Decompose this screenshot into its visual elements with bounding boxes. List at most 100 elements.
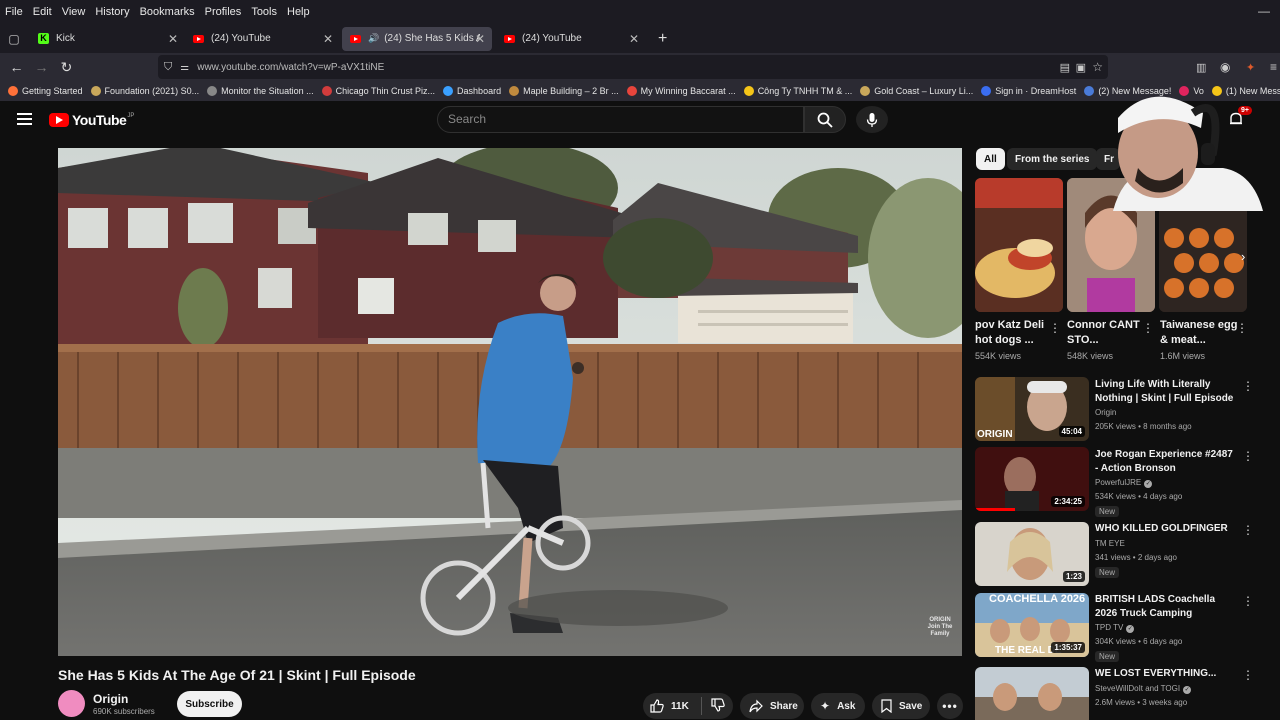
recommended-channel-5[interactable]: SteveWillDoIt and TOGI ✓ xyxy=(1095,684,1192,694)
tab-youtube-2[interactable]: (24) YouTube ✕ xyxy=(496,27,646,51)
menu-edit[interactable]: Edit xyxy=(28,6,57,18)
ask-button[interactable]: ✦ Ask xyxy=(811,693,865,719)
recommended-more-icon-5[interactable]: ⋮ xyxy=(1242,669,1254,681)
short-thumbnail-1[interactable] xyxy=(975,178,1063,312)
youtube-logo[interactable]: YouTube JP xyxy=(49,112,134,128)
speaker-icon[interactable]: 🔊 xyxy=(368,33,379,44)
recommended-title-3[interactable]: WHO KILLED GOLDFINGER xyxy=(1095,522,1235,536)
short-title-2[interactable]: Connor CANT STO... xyxy=(1067,318,1145,348)
search-button[interactable] xyxy=(804,106,846,133)
kick-icon: K xyxy=(38,33,49,44)
tab-kick[interactable]: K Kick ✕ xyxy=(30,27,185,51)
short-views-3: 1.6M views xyxy=(1160,351,1206,361)
short-more-icon-1[interactable]: ⋮ xyxy=(1049,322,1061,334)
like-button[interactable]: 11K xyxy=(643,699,701,713)
close-icon[interactable]: ✕ xyxy=(323,32,333,46)
recommended-title-4[interactable]: BRITISH LADS Coachella 2026 Truck Campin… xyxy=(1095,593,1235,621)
recommended-thumbnail-1[interactable]: ORIGIN 45:04 xyxy=(975,377,1089,441)
voice-search-button[interactable] xyxy=(856,106,888,133)
recommended-title-5[interactable]: WE LOST EVERYTHING... xyxy=(1095,667,1235,681)
forward-icon[interactable]: → xyxy=(29,59,54,75)
recommended-thumbnail-5[interactable] xyxy=(975,667,1089,720)
bookmark-item[interactable]: Chicago Thin Crust Piz... xyxy=(321,86,435,96)
account-icon[interactable]: ◉ xyxy=(1220,60,1230,74)
bookmark-item[interactable]: Sign in · DreamHost xyxy=(981,86,1076,96)
pip-icon[interactable]: ▣ xyxy=(1076,61,1086,74)
share-button[interactable]: Share xyxy=(740,693,804,719)
verified-icon: ✓ xyxy=(1183,686,1192,694)
short-title-3[interactable]: Taiwanese egg & meat... xyxy=(1160,318,1238,348)
search-input[interactable]: Search xyxy=(437,106,804,133)
menu-bookmarks[interactable]: Bookmarks xyxy=(135,6,200,18)
back-icon[interactable]: ← xyxy=(4,59,29,75)
bookmark-item[interactable]: Gold Coast – Luxury Li... xyxy=(860,86,973,96)
shield-icon[interactable]: ⛉ xyxy=(164,61,172,74)
recommended-more-icon-3[interactable]: ⋮ xyxy=(1242,524,1254,536)
new-badge: New xyxy=(1095,567,1120,578)
recommended-title-2[interactable]: Joe Rogan Experience #2487 - Action Bron… xyxy=(1095,448,1235,476)
dislike-button[interactable] xyxy=(702,697,725,715)
minimize-icon[interactable]: — xyxy=(1258,4,1270,18)
video-title: She Has 5 Kids At The Age Of 21 | Skint … xyxy=(58,667,416,683)
menu-file[interactable]: File xyxy=(0,6,28,18)
tab-youtube-1[interactable]: (24) YouTube ✕ xyxy=(185,27,340,51)
save-button[interactable]: Save xyxy=(872,693,930,719)
guide-menu-icon[interactable] xyxy=(17,113,32,125)
recommended-thumbnail-4[interactable]: COACHELLA 2026 THE REAL DE 1:35:37 xyxy=(975,593,1089,657)
permissions-icon[interactable]: ⚌ xyxy=(180,62,189,73)
menu-history[interactable]: History xyxy=(90,6,134,18)
new-badge: New xyxy=(1095,651,1120,662)
recommended-more-icon-4[interactable]: ⋮ xyxy=(1242,595,1254,607)
bookmark-item[interactable]: Foundation (2021) S0... xyxy=(90,86,199,96)
reload-icon[interactable]: ↻ xyxy=(54,59,79,76)
subscribe-button[interactable]: Subscribe xyxy=(177,691,242,717)
new-badge: New xyxy=(1095,506,1120,517)
sidebar-icon[interactable]: ▥ xyxy=(1196,61,1206,74)
youtube-logo-country: JP xyxy=(127,113,135,119)
recommended-channel-4[interactable]: TPD TV ✓ xyxy=(1095,623,1135,633)
short-title-1[interactable]: pov Katz Deli hot dogs ... xyxy=(975,318,1053,348)
recommended-channel-3[interactable]: TM EYE xyxy=(1095,539,1125,548)
bookmark-item[interactable]: Monitor the Situation ... xyxy=(207,86,314,96)
bookmark-item[interactable]: Công Ty TNHH TM & ... xyxy=(743,86,852,96)
bookmark-star-icon[interactable]: ☆ xyxy=(1092,60,1103,74)
tab-list-icon[interactable]: ▢ xyxy=(0,32,28,46)
extension-icon[interactable]: ✦ xyxy=(1246,61,1255,74)
url-bar[interactable]: ⛉ ⚌ www.youtube.com/watch?v=wP-aVX1tiNE … xyxy=(158,55,1108,79)
chip-from-series[interactable]: From the series xyxy=(1007,148,1098,170)
recommended-thumbnail-3[interactable]: 1:23 xyxy=(975,522,1089,586)
shorts-next-icon[interactable]: › xyxy=(1241,249,1245,264)
menu-icon[interactable]: ≡ xyxy=(1270,60,1277,74)
recommended-channel-1[interactable]: Origin xyxy=(1095,408,1116,417)
channel-watermark[interactable]: ORIGIN Join The Family xyxy=(926,617,954,638)
bookmark-item[interactable]: Maple Building – 2 Br ... xyxy=(509,86,619,96)
url-text[interactable]: www.youtube.com/watch?v=wP-aVX1tiNE xyxy=(197,62,384,73)
more-actions-button[interactable]: ••• xyxy=(937,693,963,719)
menu-profiles[interactable]: Profiles xyxy=(200,6,247,18)
recommended-channel-2[interactable]: PowerfulJRE ✓ xyxy=(1095,478,1153,488)
short-more-icon-3[interactable]: ⋮ xyxy=(1236,322,1248,334)
bookmark-item[interactable]: Getting Started xyxy=(8,86,83,96)
video-player[interactable]: ORIGIN Join The Family xyxy=(58,148,962,656)
recommended-title-1[interactable]: Living Life With Literally Nothing | Ski… xyxy=(1095,378,1235,406)
recommended-meta-1: 205K views • 8 months ago xyxy=(1095,422,1192,431)
close-icon[interactable]: ✕ xyxy=(629,32,639,46)
channel-name[interactable]: Origin xyxy=(93,692,128,706)
chip-all[interactable]: All xyxy=(976,148,1005,170)
menu-tools[interactable]: Tools xyxy=(246,6,282,18)
recommended-more-icon-2[interactable]: ⋮ xyxy=(1242,450,1254,462)
menu-help[interactable]: Help xyxy=(282,6,315,18)
new-tab-icon[interactable]: + xyxy=(658,30,667,48)
tab-active-video[interactable]: 🔊 (24) She Has 5 Kids At The ✕ xyxy=(342,26,492,51)
channel-avatar[interactable] xyxy=(58,690,85,717)
bookmark-item[interactable]: Dashboard xyxy=(443,86,501,96)
recommended-thumbnail-2[interactable]: 2:34:25 xyxy=(975,447,1089,511)
short-more-icon-2[interactable]: ⋮ xyxy=(1142,322,1154,334)
recommended-more-icon-1[interactable]: ⋮ xyxy=(1242,380,1254,392)
close-icon[interactable]: ✕ xyxy=(475,32,485,46)
bookmark-label: Maple Building – 2 Br ... xyxy=(523,86,619,96)
close-icon[interactable]: ✕ xyxy=(168,32,178,46)
menu-view[interactable]: View xyxy=(57,6,91,18)
bookmark-item[interactable]: My Winning Baccarat ... xyxy=(626,86,736,96)
reader-icon[interactable]: ▤ xyxy=(1060,61,1070,74)
